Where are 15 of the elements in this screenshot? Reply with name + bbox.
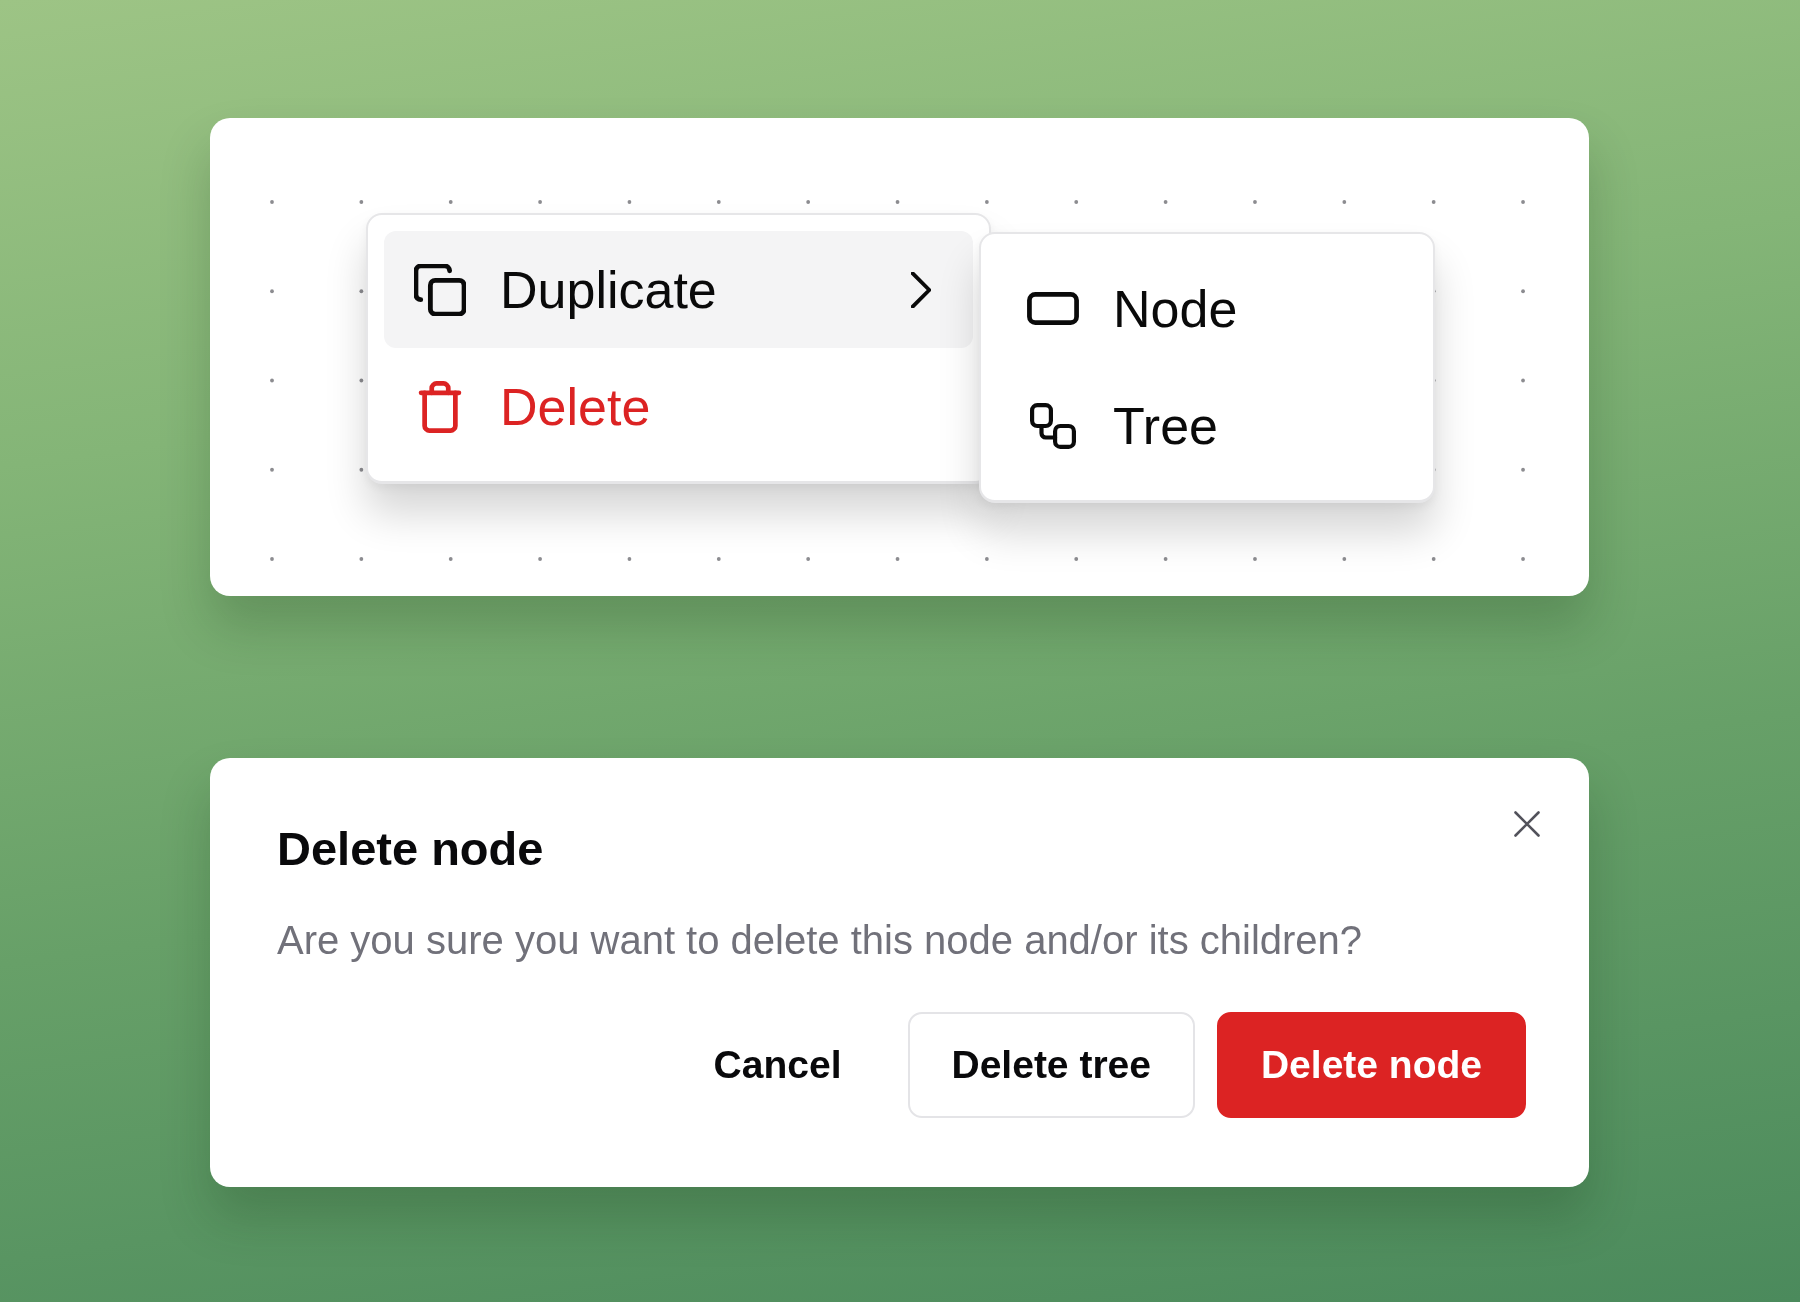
rectangle-icon (1027, 292, 1079, 325)
chevron-right-icon (911, 271, 931, 308)
menu-item[interactable]: Tree (997, 367, 1417, 484)
dialog-message: Are you sure you want to delete this node and/or its children? (277, 917, 1364, 964)
close-icon (1514, 811, 1540, 837)
trash-icon (417, 380, 463, 433)
copy-icon (414, 263, 466, 316)
action-button[interactable]: Delete tree (907, 1012, 1195, 1118)
cancel-button[interactable]: Cancel (669, 1012, 886, 1118)
dialog-title: Delete node (277, 821, 544, 877)
menu-item[interactable]: Delete (384, 348, 973, 465)
delete-button[interactable]: Delete node (1216, 1012, 1526, 1118)
menu-item[interactable]: Node (997, 250, 1417, 367)
menu-item[interactable]: Duplicate (384, 231, 973, 348)
connected-squares-icon (1030, 402, 1076, 449)
